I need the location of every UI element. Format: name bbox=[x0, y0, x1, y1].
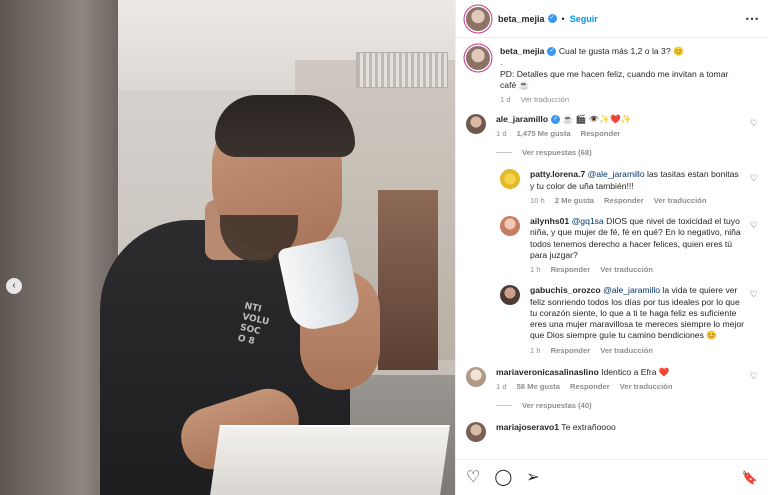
reply-username[interactable]: ailynhs01 bbox=[530, 216, 569, 226]
comment-translate-link[interactable]: Ver traducción bbox=[620, 382, 673, 391]
comment-likes[interactable]: 58 Me gusta bbox=[517, 382, 560, 391]
comment-username[interactable]: mariaveronicasalinaslino bbox=[496, 367, 599, 377]
caption-text-line2: PD: Detalles que me hacen feliz, cuando … bbox=[500, 68, 729, 90]
comment-reply-button[interactable]: Responder bbox=[570, 382, 610, 391]
photo-ac-vent bbox=[356, 52, 448, 88]
instagram-post-view: NTI VOLU SOC O 8 ‹ beta_mejia ✓ • Seguir… bbox=[0, 0, 768, 495]
photo-person-hair bbox=[215, 95, 355, 157]
post-photo[interactable]: NTI VOLU SOC O 8 ‹ bbox=[0, 0, 455, 495]
comment-reply-button[interactable]: Responder bbox=[581, 129, 621, 138]
comment-avatar[interactable] bbox=[466, 422, 486, 443]
view-replies-button[interactable]: Ver respuestas (68) bbox=[496, 148, 758, 157]
comment-time: 1 d bbox=[496, 382, 507, 392]
reply-avatar[interactable] bbox=[500, 216, 520, 237]
reply-mention[interactable]: @gq1sa bbox=[572, 216, 604, 226]
post-actions-bar: ♡ ◯ ➢ 🔖 bbox=[456, 459, 768, 495]
caption-username[interactable]: beta_mejia bbox=[500, 46, 544, 56]
reply-like-heart-icon[interactable]: ♡ bbox=[750, 173, 758, 184]
comment-like-heart-icon[interactable]: ♡ bbox=[750, 118, 758, 129]
photo-open-book bbox=[210, 425, 450, 495]
reply-meta: 1 h Responder Ver traducción bbox=[530, 346, 744, 355]
reply-time: 1 h bbox=[530, 265, 541, 275]
comment-text: Te extrañoooo bbox=[559, 422, 616, 433]
save-bookmark-icon[interactable]: 🔖 bbox=[742, 471, 758, 484]
photo-doorway bbox=[378, 190, 438, 370]
comment-item: mariajoseravo1 Te extrañoooo bbox=[466, 422, 758, 443]
comment-meta: 1 d 58 Me gusta Responder Ver traducción bbox=[496, 382, 744, 391]
reply-translate-link[interactable]: Ver traducción bbox=[600, 346, 653, 355]
comment-username[interactable]: mariajoseravo1 bbox=[496, 422, 559, 432]
comment-time: 1 d bbox=[496, 129, 507, 139]
caption-time: 1 d bbox=[500, 95, 511, 105]
reply-reply-button[interactable]: Responder bbox=[551, 265, 591, 274]
author-avatar[interactable] bbox=[466, 6, 490, 31]
caption-text-line1: Cual te gusta más 1,2 o la 3? 😊 bbox=[558, 46, 684, 56]
caption-translate-link[interactable]: Ver traducción bbox=[521, 95, 570, 104]
reply-item: gabuchis_orozco @ale_jaramillo la vida t… bbox=[500, 285, 758, 355]
post-caption: beta_mejia ✓ Cual te gusta más 1,2 o la 3… bbox=[466, 46, 758, 104]
reply-username[interactable]: gabuchis_orozco bbox=[530, 285, 601, 295]
comment-bubble-icon[interactable]: ◯ bbox=[494, 469, 512, 486]
verified-badge-icon: ✓ bbox=[547, 47, 557, 57]
reply-reply-button[interactable]: Responder bbox=[604, 196, 644, 205]
previous-photo-button[interactable]: ‹ bbox=[6, 278, 22, 294]
comments-list[interactable]: beta_mejia ✓ Cual te gusta más 1,2 o la 3… bbox=[456, 38, 768, 459]
reply-reply-button[interactable]: Responder bbox=[551, 346, 591, 355]
reply-avatar[interactable] bbox=[500, 169, 520, 190]
reply-like-heart-icon[interactable]: ♡ bbox=[750, 220, 758, 231]
reply-mention[interactable]: @ale_jaramillo bbox=[588, 169, 645, 179]
reply-username[interactable]: patty.lorena.7 bbox=[530, 169, 585, 179]
replies-divider-line bbox=[496, 405, 512, 407]
caption-meta: 1 d Ver traducción bbox=[500, 95, 744, 104]
reply-avatar[interactable] bbox=[500, 285, 520, 306]
verified-badge-icon: ✓ bbox=[547, 14, 557, 23]
reply-time: 10 h bbox=[530, 196, 545, 206]
caption-text-dot: . bbox=[500, 57, 503, 68]
share-paper-plane-icon[interactable]: ➢ bbox=[526, 469, 539, 486]
caption-avatar[interactable] bbox=[466, 46, 490, 70]
separator-dot: • bbox=[561, 13, 565, 24]
follow-button[interactable]: Seguir bbox=[570, 14, 598, 24]
reply-meta: 10 h 2 Me gusta Responder Ver traducción bbox=[530, 196, 744, 205]
comment-item: ale_jaramillo ✓ ☕ 🎬 👁️✨❤️✨ 1 d 1,475 Me g… bbox=[466, 114, 758, 138]
reply-like-heart-icon[interactable]: ♡ bbox=[750, 289, 758, 300]
comment-avatar[interactable] bbox=[466, 114, 486, 135]
reply-mention[interactable]: @ale_jaramillo bbox=[603, 285, 660, 295]
reply-item: ailynhs01 @gq1sa DIOS que nivel de toxic… bbox=[500, 216, 758, 274]
reply-translate-link[interactable]: Ver traducción bbox=[600, 265, 653, 274]
comment-meta: 1 d 1,475 Me gusta Responder bbox=[496, 129, 744, 138]
comment-avatar[interactable] bbox=[466, 366, 486, 387]
post-sidebar: beta_mejia ✓ • Seguir ⋯ beta_mejia ✓ Cual… bbox=[455, 0, 768, 495]
post-header: beta_mejia ✓ • Seguir ⋯ bbox=[456, 0, 768, 38]
comment-text: ☕ 🎬 👁️✨❤️✨ bbox=[562, 114, 632, 125]
verified-badge-icon: ✓ bbox=[551, 115, 561, 125]
comment-text: Identico a Efra ❤️ bbox=[598, 366, 670, 377]
replies-divider-line bbox=[496, 152, 512, 154]
view-replies-label: Ver respuestas (40) bbox=[522, 401, 592, 411]
view-replies-button[interactable]: Ver respuestas (40) bbox=[496, 401, 758, 410]
comment-likes[interactable]: 1,475 Me gusta bbox=[517, 129, 571, 138]
reply-likes[interactable]: 2 Me gusta bbox=[555, 196, 594, 205]
view-replies-label: Ver respuestas (68) bbox=[522, 148, 592, 158]
reply-item: patty.lorena.7 @ale_jaramillo las tasita… bbox=[500, 169, 758, 205]
reply-time: 1 h bbox=[530, 345, 541, 355]
more-options-icon[interactable]: ⋯ bbox=[745, 10, 759, 27]
comment-username[interactable]: ale_jaramillo bbox=[496, 114, 548, 124]
reply-translate-link[interactable]: Ver traducción bbox=[654, 196, 707, 205]
comment-item: mariaveronicasalinaslino Identico a Efra… bbox=[466, 366, 758, 391]
chevron-left-icon: ‹ bbox=[12, 280, 16, 291]
author-username[interactable]: beta_mejia bbox=[498, 14, 545, 24]
comment-like-heart-icon[interactable]: ♡ bbox=[750, 371, 758, 382]
reply-meta: 1 h Responder Ver traducción bbox=[530, 265, 744, 274]
like-heart-icon[interactable]: ♡ bbox=[466, 469, 480, 486]
